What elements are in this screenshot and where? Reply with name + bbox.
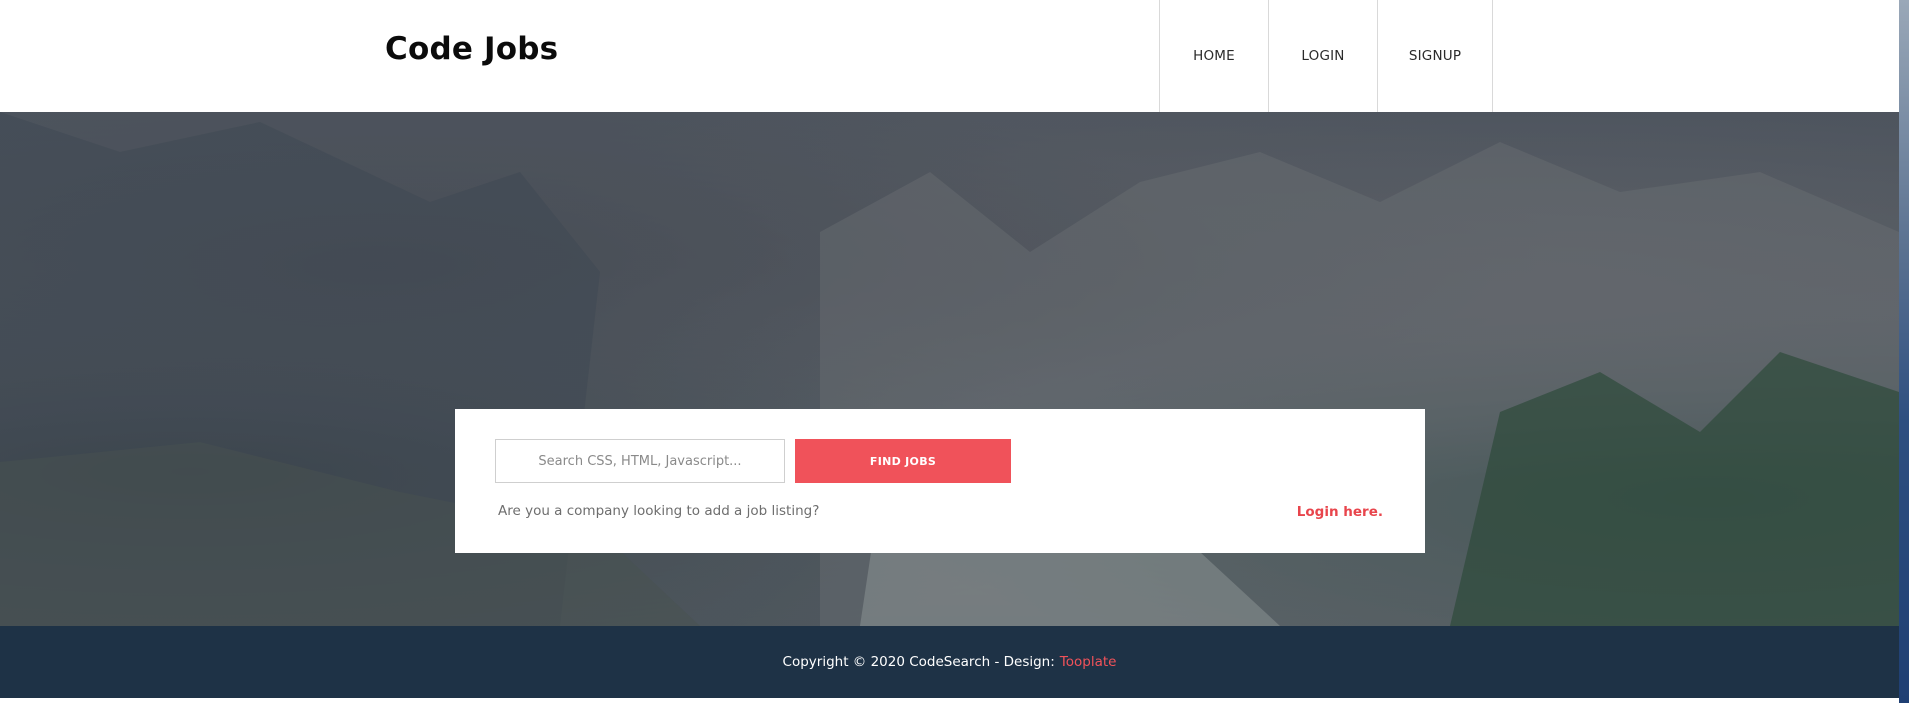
company-prompt-text: Are you a company looking to add a job l… xyxy=(498,503,820,519)
main-nav: HOME LOGIN SIGNUP xyxy=(1159,0,1493,112)
window-edge-strip xyxy=(1899,0,1909,703)
nav-signup[interactable]: SIGNUP xyxy=(1378,0,1493,112)
hero-background: FIND JOBS Are you a company looking to a… xyxy=(0,112,1899,626)
bottom-spacer xyxy=(0,698,1899,703)
job-search-input[interactable] xyxy=(495,439,785,483)
site-footer: Copyright © 2020 CodeSearch - Design: To… xyxy=(0,626,1899,698)
site-content: Code Jobs HOME LOGIN SIGNUP FIND JOBS Ar… xyxy=(0,0,1899,703)
site-header: Code Jobs HOME LOGIN SIGNUP xyxy=(0,0,1899,112)
company-login-link[interactable]: Login here. xyxy=(1297,504,1383,520)
site-brand[interactable]: Code Jobs xyxy=(385,31,558,67)
find-jobs-button[interactable]: FIND JOBS xyxy=(795,439,1011,483)
footer-copyright-text: Copyright © 2020 CodeSearch - Design: xyxy=(782,654,1055,670)
page: Code Jobs HOME LOGIN SIGNUP FIND JOBS Ar… xyxy=(0,0,1909,703)
footer-design-link[interactable]: Tooplate xyxy=(1060,654,1117,670)
search-card: FIND JOBS Are you a company looking to a… xyxy=(455,409,1425,553)
nav-home[interactable]: HOME xyxy=(1160,0,1269,112)
nav-login[interactable]: LOGIN xyxy=(1269,0,1378,112)
